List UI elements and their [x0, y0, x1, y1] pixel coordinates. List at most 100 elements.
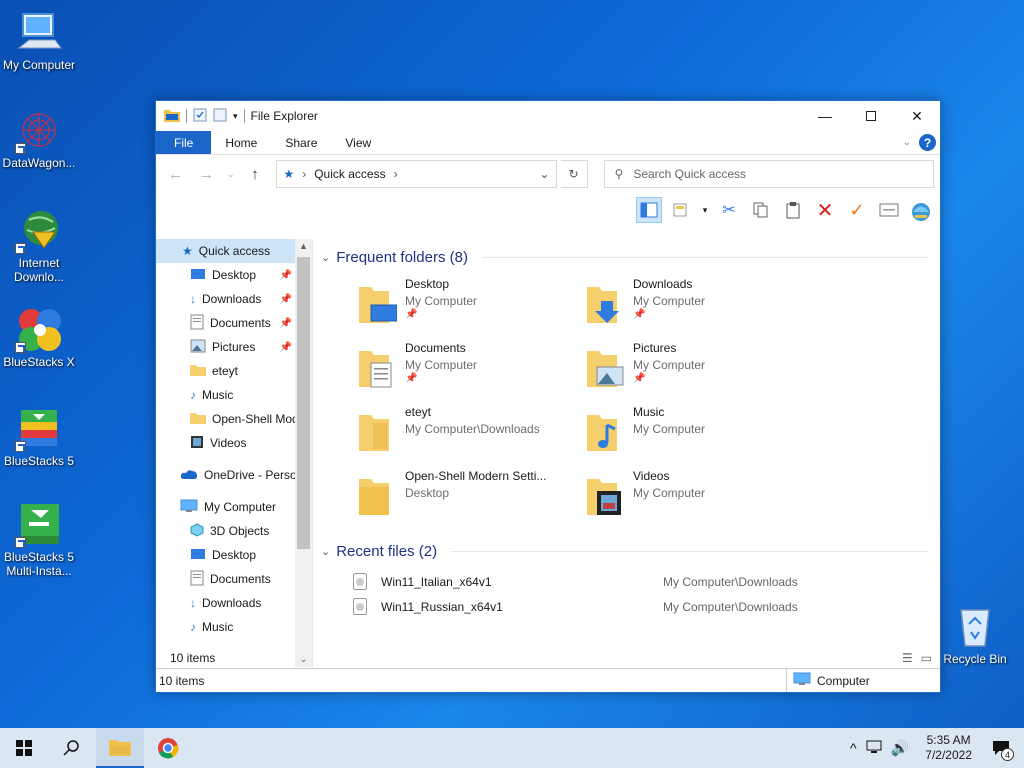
nav-music[interactable]: ♪ Music	[156, 383, 296, 407]
large-icons-view-icon[interactable]: ▭	[921, 651, 932, 665]
nav-open-shell[interactable]: Open-Shell Mod	[156, 407, 296, 431]
address-location[interactable]: Quick access	[314, 167, 385, 181]
new-folder-icon[interactable]	[213, 108, 227, 125]
folder-tile[interactable]: Documents My Computer 📌	[357, 337, 585, 401]
up-button[interactable]: ↑	[241, 166, 268, 183]
forward-button[interactable]: →	[193, 166, 220, 183]
desktop-icon-my-computer[interactable]: My Computer	[0, 8, 78, 72]
navigation-pane-icon[interactable]	[636, 197, 662, 223]
properties-icon[interactable]	[193, 108, 207, 125]
email-icon[interactable]	[876, 197, 902, 223]
recent-locations-button[interactable]: ⌄	[224, 169, 238, 180]
clock[interactable]: 5:35 AM 7/2/2022	[917, 733, 980, 763]
title-bar[interactable]: ▾ File Explorer — ✕	[156, 101, 940, 131]
nav-scrollbar[interactable]: ▲ ⌄	[295, 239, 312, 667]
desktop-icon-recycle-bin[interactable]: Recycle Bin	[936, 602, 1014, 666]
tab-view[interactable]: View	[331, 131, 385, 154]
help-icon[interactable]: ?	[919, 134, 936, 151]
minimize-button[interactable]: —	[802, 101, 848, 131]
folder-tile[interactable]: Pictures My Computer 📌	[585, 337, 813, 401]
nav-quick-access[interactable]: ★ Quick access	[156, 239, 296, 263]
nav-3d-objects[interactable]: 3D Objects	[156, 519, 296, 543]
nav-downloads[interactable]: ↓ Downloads 📌	[156, 287, 296, 311]
nav-computer-documents[interactable]: Documents	[156, 567, 296, 591]
address-dropdown-icon[interactable]: ⌄	[539, 167, 549, 181]
desktop-icon-bluestacks-5[interactable]: BlueStacks 5	[0, 404, 78, 468]
cut-icon[interactable]: ✂	[716, 197, 742, 223]
frequent-folders-header[interactable]: ⌄ Frequent folders (8)	[321, 245, 940, 269]
paste-icon[interactable]	[780, 197, 806, 223]
nav-onedrive[interactable]: OneDrive - Persor	[156, 463, 296, 487]
search-box[interactable]: ⚲ Search Quick access	[603, 160, 934, 188]
nav-computer-downloads[interactable]: ↓ Downloads	[156, 591, 296, 615]
close-button[interactable]: ✕	[894, 101, 940, 131]
folder-tile[interactable]: eteyt My Computer\Downloads	[357, 401, 585, 465]
navigation-pane[interactable]: ★ Quick access Desktop 📌 ↓ Downloads 📌 D…	[156, 239, 313, 667]
file-path: My Computer\Downloads	[663, 574, 798, 589]
back-button[interactable]: ←	[162, 166, 189, 183]
network-icon[interactable]	[865, 739, 883, 758]
folder-tile[interactable]: Music My Computer	[585, 401, 813, 465]
taskbar-file-explorer[interactable]	[96, 728, 144, 768]
pin-icon: 📌	[633, 309, 646, 320]
tab-share[interactable]: Share	[271, 131, 331, 154]
nav-computer-desktop[interactable]: Desktop	[156, 543, 296, 567]
open-shell-settings-icon[interactable]	[908, 197, 934, 223]
desktop-icon-bluestacks-x[interactable]: BlueStacks X	[0, 305, 78, 369]
music-icon: ♪	[190, 620, 196, 634]
expand-ribbon-icon[interactable]: ⌄	[903, 137, 911, 148]
scroll-up-icon[interactable]: ▲	[295, 241, 312, 251]
folder-tile[interactable]: Desktop My Computer 📌	[357, 273, 585, 337]
nav-desktop[interactable]: Desktop 📌	[156, 263, 296, 287]
folder-tile[interactable]: Open-Shell Modern Setti... Desktop	[357, 465, 585, 529]
search-input[interactable]: Search Quick access	[633, 167, 746, 181]
clock-time: 5:35 AM	[926, 733, 971, 747]
tab-file[interactable]: File	[156, 131, 212, 154]
properties-check-icon[interactable]: ✓	[844, 197, 870, 223]
maximize-button[interactable]	[848, 101, 894, 131]
recent-file-row[interactable]: Win11_Italian_x64v1 My Computer\Download…	[353, 569, 940, 594]
folder-name: Music	[633, 405, 665, 419]
desktop-icon-bluestacks-multi[interactable]: BlueStacks 5 Multi-Insta...	[0, 500, 78, 578]
tab-home[interactable]: Home	[211, 131, 271, 154]
taskbar: ^ 🔊 5:35 AM 7/2/2022 4	[0, 728, 1024, 768]
scrollbar-thumb[interactable]	[297, 257, 310, 549]
nav-pictures[interactable]: Pictures 📌	[156, 335, 296, 359]
search-button[interactable]	[48, 728, 96, 768]
shortcut-arrow-icon	[15, 441, 26, 452]
recent-file-row[interactable]: Win11_Russian_x64v1 My Computer\Download…	[353, 594, 940, 619]
nav-my-computer[interactable]: My Computer	[156, 495, 296, 519]
folder-tile[interactable]: Downloads My Computer 📌	[585, 273, 813, 337]
address-bar[interactable]: ★ › Quick access › ⌄	[276, 160, 557, 188]
action-center-button[interactable]: 4	[988, 737, 1014, 761]
delete-icon[interactable]: ✕	[812, 197, 838, 223]
item-count: 10 items	[170, 651, 216, 665]
start-button[interactable]	[0, 728, 48, 768]
collapse-chevron-icon[interactable]: ⌄	[321, 545, 330, 558]
folder-location: My Computer\Downloads	[405, 422, 540, 436]
show-hidden-icons-chevron-icon[interactable]: ^	[850, 740, 857, 756]
nav-videos[interactable]: Videos	[156, 431, 296, 455]
refresh-button[interactable]: ↻	[560, 160, 588, 188]
taskbar-chrome[interactable]	[144, 728, 192, 768]
recent-files-header[interactable]: ⌄ Recent files (2)	[321, 539, 940, 563]
new-folder-toolbar-icon[interactable]	[668, 197, 694, 223]
nav-label: Desktop	[212, 268, 257, 282]
chrome-icon	[158, 738, 179, 759]
file-explorer-window[interactable]: ▾ File Explorer — ✕ File Home Share View…	[155, 100, 941, 693]
nav-label: Documents	[210, 316, 271, 330]
collapse-chevron-icon[interactable]: ⌄	[321, 251, 330, 264]
volume-icon[interactable]: 🔊	[891, 739, 910, 757]
details-view-icon[interactable]: ☰	[902, 651, 913, 665]
nav-computer-music[interactable]: ♪ Music	[156, 615, 296, 639]
dropdown-icon[interactable]: ▾	[700, 197, 710, 223]
customize-qat-icon[interactable]: ▾	[233, 111, 238, 122]
pin-icon: 📌	[405, 373, 418, 384]
desktop-icon-internet-download[interactable]: Internet Downlo...	[0, 206, 78, 284]
nav-eteyt[interactable]: eteyt	[156, 359, 296, 383]
nav-documents[interactable]: Documents 📌	[156, 311, 296, 335]
nav-label: Music	[202, 388, 234, 402]
folder-tile[interactable]: Videos My Computer	[585, 465, 813, 529]
desktop-icon-datawagon[interactable]: DataWagon...	[0, 106, 78, 170]
copy-icon[interactable]	[748, 197, 774, 223]
